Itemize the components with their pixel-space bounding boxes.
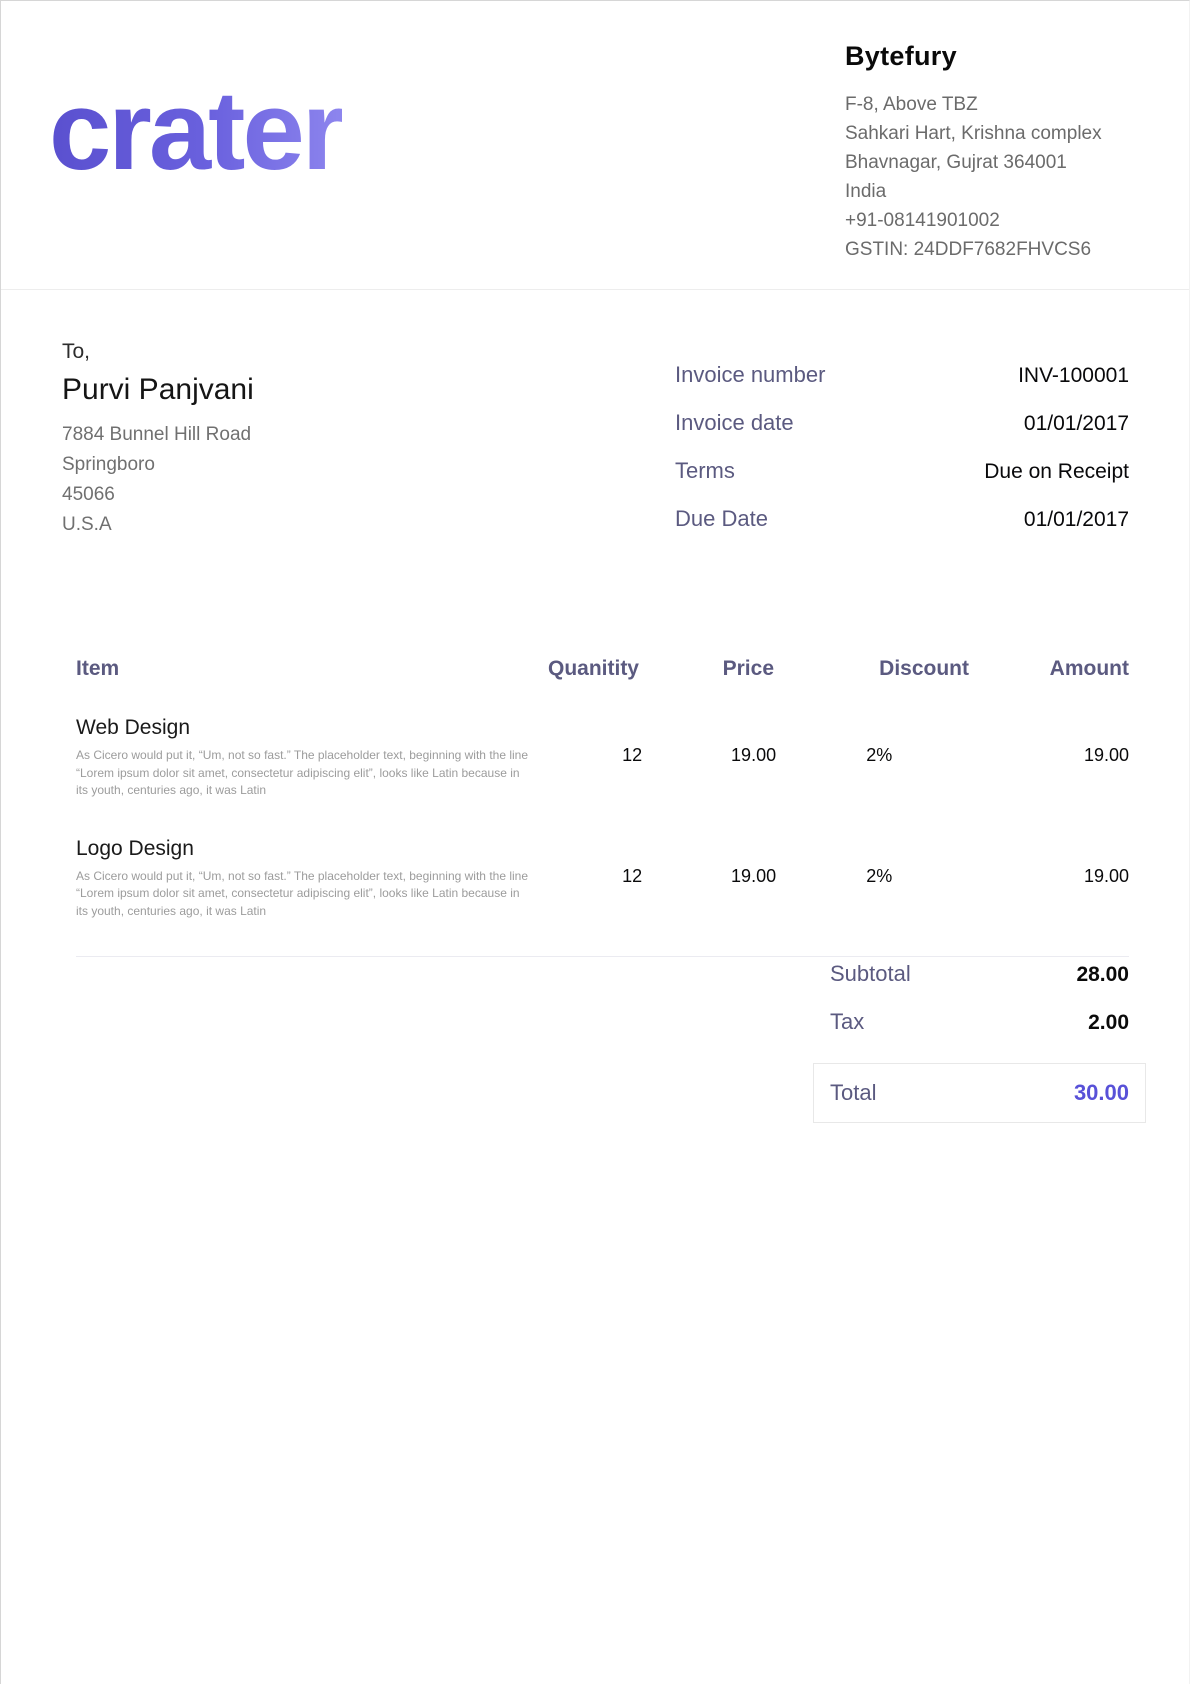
company-phone: +91-08141901002 [845,206,1145,235]
table-row: Web Design As Cicero would put it, “Um, … [76,715,1129,800]
item-discount: 2% [776,715,970,766]
due-date-row: Due Date 01/01/2017 [675,505,1129,534]
invoice-number-row: Invoice number INV-100001 [675,361,1129,390]
item-name: Web Design [76,715,528,741]
col-header-discount: Discount [774,656,969,682]
col-header-quantity: Quanitity [524,656,639,682]
item-price: 19.00 [642,836,776,887]
item-amount: 19.00 [970,836,1129,887]
total-value: 30.00 [1074,1080,1129,1106]
item-quantity: 12 [528,715,642,766]
item-name: Logo Design [76,836,528,862]
table-divider [76,956,1129,957]
company-address-line: Sahkari Hart, Krishna complex [845,119,1145,148]
due-date-label: Due Date [675,505,768,533]
terms-value: Due on Receipt [984,458,1129,486]
client-address-line: 45066 [62,480,254,510]
client-name: Purvi Panjvani [62,372,254,408]
invoice-date-value: 01/01/2017 [1024,410,1129,438]
terms-label: Terms [675,457,735,485]
items-table-header: Item Quanitity Price Discount Amount [76,656,1129,682]
col-header-amount: Amount [969,656,1129,682]
invoice-header: crater Bytefury F-8, Above TBZ Sahkari H… [1,1,1189,290]
company-address-line: F-8, Above TBZ [845,90,1145,119]
company-name: Bytefury [845,41,1145,72]
item-discount: 2% [776,836,970,887]
bill-to-label: To, [62,340,254,364]
client-address-line: U.S.A [62,510,254,540]
subtotal-row: Subtotal 28.00 [813,961,1146,988]
invoice-page: crater Bytefury F-8, Above TBZ Sahkari H… [0,0,1190,1684]
item-amount: 19.00 [970,715,1129,766]
crater-logo: crater [49,61,342,201]
invoice-date-label: Invoice date [675,409,794,437]
item-description: As Cicero would put it, “Um, not so fast… [76,868,528,921]
invoice-date-row: Invoice date 01/01/2017 [675,409,1129,438]
company-address-line: India [845,177,1145,206]
tax-label: Tax [830,1009,864,1035]
tax-row: Tax 2.00 [813,1009,1146,1036]
client-address-line: Springboro [62,450,254,480]
invoice-meta: Invoice number INV-100001 Invoice date 0… [675,361,1129,553]
company-gstin: GSTIN: 24DDF7682FHVCS6 [845,235,1145,264]
item-price: 19.00 [642,715,776,766]
col-header-item: Item [76,656,524,682]
company-address: F-8, Above TBZ Sahkari Hart, Krishna com… [845,90,1145,264]
totals-section: Subtotal 28.00 Tax 2.00 Total 30.00 [813,961,1146,1123]
item-quantity: 12 [528,836,642,887]
table-row: Logo Design As Cicero would put it, “Um,… [76,836,1129,921]
bill-to-section: To, Purvi Panjvani 7884 Bunnel Hill Road… [62,340,254,540]
total-box: Total 30.00 [813,1063,1146,1123]
tax-value: 2.00 [1088,1010,1129,1036]
col-header-price: Price [639,656,774,682]
company-info: Bytefury F-8, Above TBZ Sahkari Hart, Kr… [845,41,1145,264]
items-table-body: Web Design As Cicero would put it, “Um, … [76,715,1129,920]
due-date-value: 01/01/2017 [1024,506,1129,534]
invoice-number-value: INV-100001 [1018,362,1129,390]
total-label: Total [830,1080,876,1106]
invoice-number-label: Invoice number [675,361,825,389]
subtotal-value: 28.00 [1076,962,1129,988]
company-address-line: Bhavnagar, Gujrat 364001 [845,148,1145,177]
items-table: Item Quanitity Price Discount Amount Web… [76,656,1129,957]
terms-row: Terms Due on Receipt [675,457,1129,486]
subtotal-label: Subtotal [830,961,911,987]
client-address-line: 7884 Bunnel Hill Road [62,420,254,450]
client-address: 7884 Bunnel Hill Road Springboro 45066 U… [62,420,254,540]
item-description: As Cicero would put it, “Um, not so fast… [76,747,528,800]
